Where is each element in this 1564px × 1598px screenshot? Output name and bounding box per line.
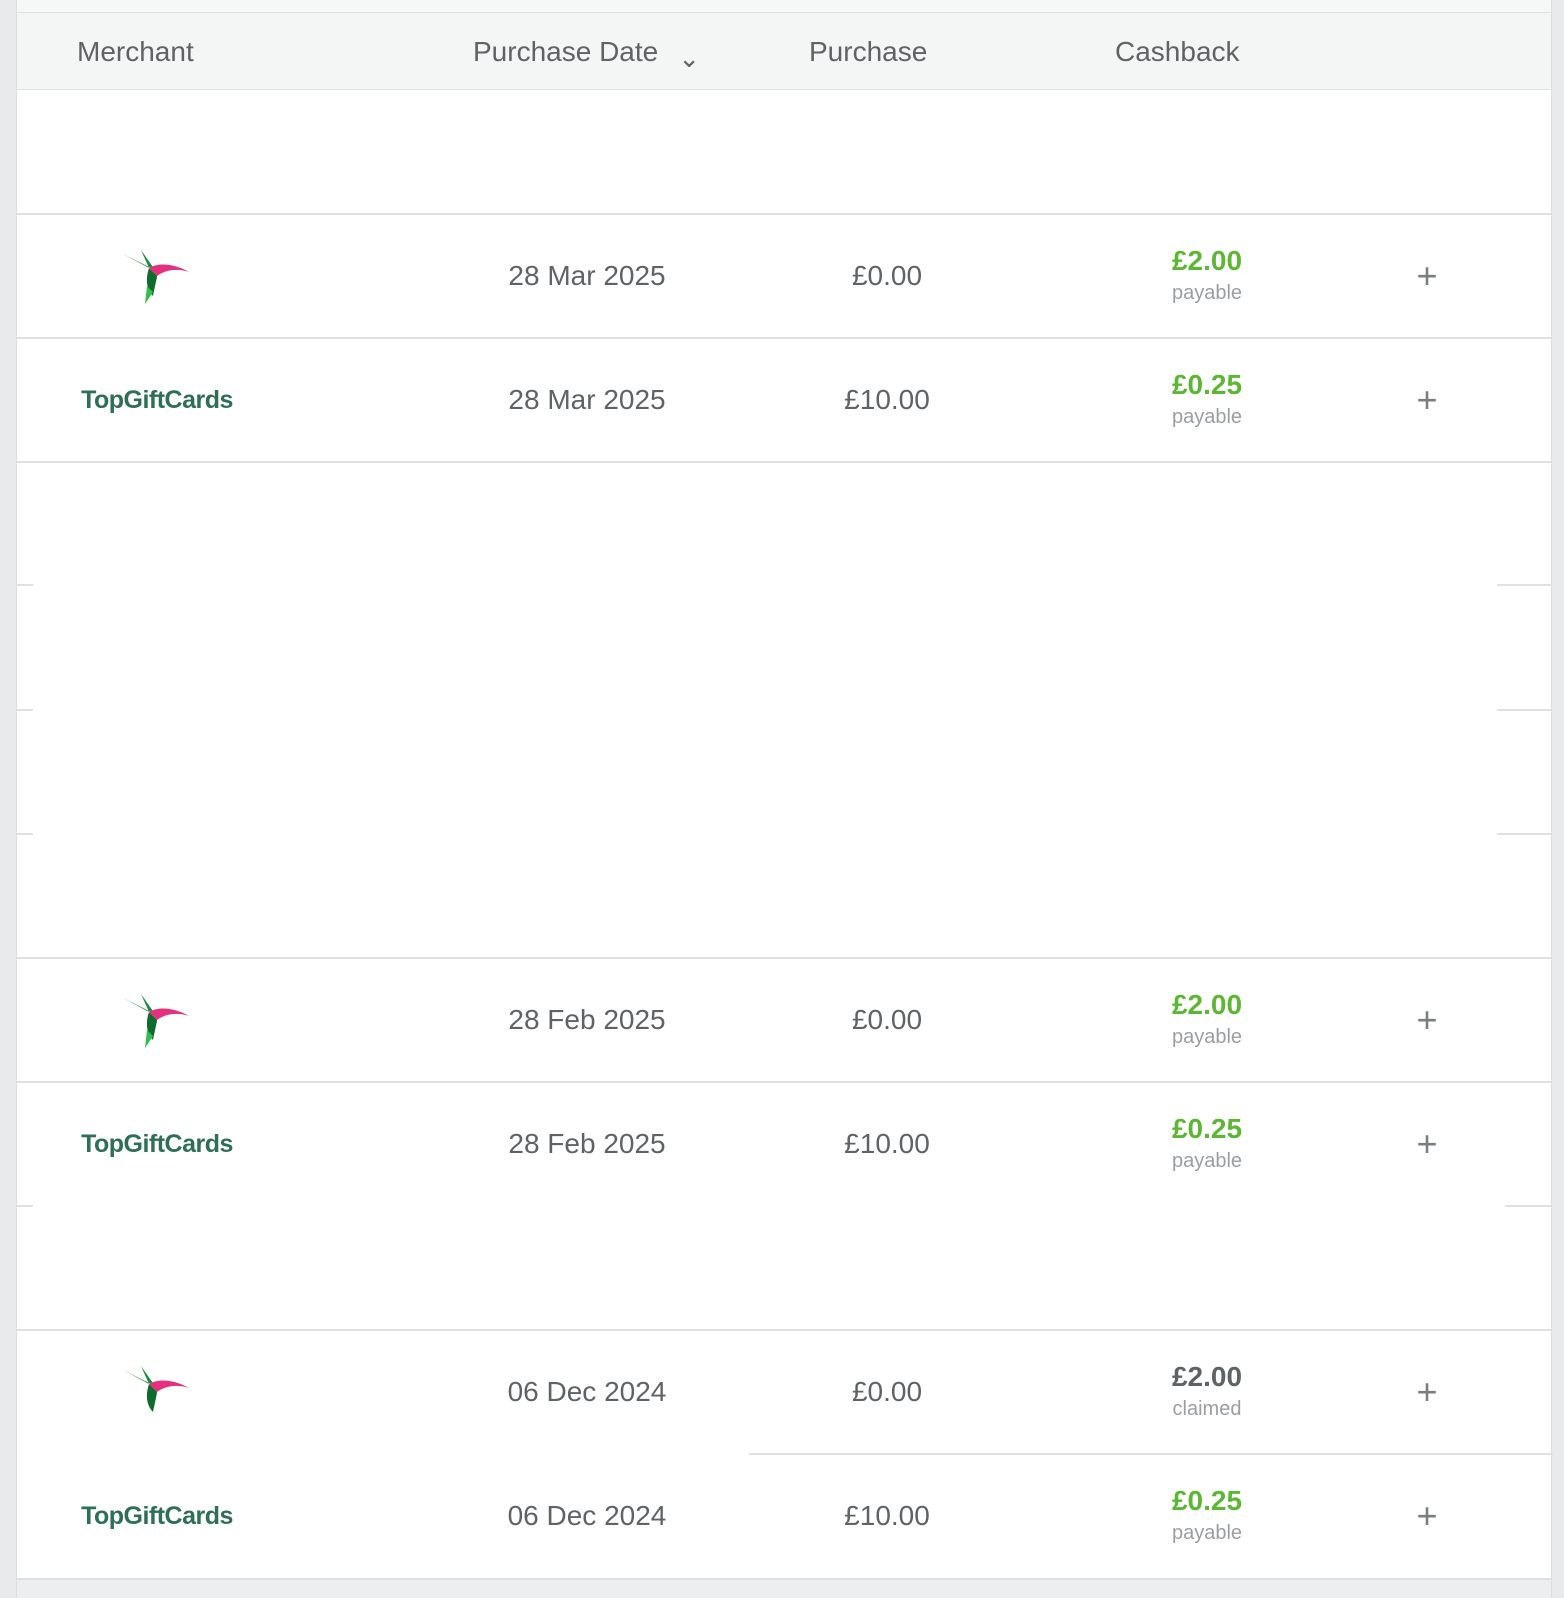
row-divider xyxy=(1497,833,1551,835)
cashback-cell: £0.25 payable xyxy=(1097,339,1317,461)
purchase-amount: £0.00 xyxy=(851,1004,923,1035)
purchase-date: 06 Dec 2024 xyxy=(507,1500,667,1531)
cashback-cell: £2.00 payable xyxy=(1097,215,1317,337)
row-divider xyxy=(17,584,33,586)
cashback-amount: £0.25 xyxy=(1171,369,1243,400)
plus-icon[interactable]: + xyxy=(1397,1331,1457,1453)
topgiftcards-logo: TopGiftCards xyxy=(81,1129,233,1158)
column-header-purchase-date-label: Purchase Date xyxy=(473,36,659,67)
row-divider xyxy=(17,461,1551,463)
table-row[interactable]: TopGiftCards 28 Mar 2025 £10.00 £0.25 pa… xyxy=(17,339,1551,461)
merchant-logo: TopGiftCards xyxy=(57,1083,257,1205)
topgiftcards-logo: TopGiftCards xyxy=(81,385,233,414)
purchase-date: 28 Feb 2025 xyxy=(508,1128,666,1159)
merchant-logo xyxy=(57,959,257,1081)
cashback-cell: £2.00 payable xyxy=(1097,959,1317,1081)
cashback-status: payable xyxy=(1171,282,1243,304)
cashback-cell: £2.00 claimed xyxy=(1097,1331,1317,1453)
row-divider xyxy=(17,709,33,711)
plus-icon[interactable]: + xyxy=(1397,1455,1457,1577)
cashback-status: payable xyxy=(1171,1150,1243,1172)
purchase-date: 06 Dec 2024 xyxy=(507,1376,667,1407)
table-row[interactable]: 28 Mar 2025 £0.00 £2.00 payable + xyxy=(17,215,1551,337)
hummingbird-logo-icon xyxy=(123,1366,189,1412)
cashback-cell: £0.25 payable xyxy=(1097,1455,1317,1577)
row-divider xyxy=(1497,584,1551,586)
column-header-merchant: Merchant xyxy=(77,36,194,67)
plus-icon[interactable]: + xyxy=(1397,1083,1457,1205)
merchant-logo xyxy=(57,215,257,337)
purchase-date: 28 Mar 2025 xyxy=(508,384,666,415)
purchase-date: 28 Feb 2025 xyxy=(508,1004,666,1035)
cashback-status: payable xyxy=(1171,1522,1243,1544)
purchase-amount: £10.00 xyxy=(844,1500,930,1531)
purchase-amount: £10.00 xyxy=(844,384,930,415)
cashback-amount: £2.00 xyxy=(1171,1361,1243,1392)
cashback-status: payable xyxy=(1171,406,1243,428)
purchase-amount: £0.00 xyxy=(851,1376,923,1407)
cashback-status: payable xyxy=(1171,1026,1243,1048)
purchase-amount: £10.00 xyxy=(844,1128,930,1159)
merchant-logo: TopGiftCards xyxy=(57,1455,257,1577)
cashback-status: claimed xyxy=(1172,1398,1242,1420)
purchase-amount: £0.00 xyxy=(851,260,923,291)
table-row[interactable]: TopGiftCards 28 Feb 2025 £10.00 £0.25 pa… xyxy=(17,1083,1551,1205)
topgiftcards-logo: TopGiftCards xyxy=(81,1501,233,1530)
cashback-amount: £0.25 xyxy=(1171,1485,1243,1516)
cashback-amount: £0.25 xyxy=(1171,1113,1243,1144)
top-strip xyxy=(17,0,1551,13)
row-divider xyxy=(17,833,33,835)
hummingbird-logo-icon xyxy=(123,250,189,304)
cashback-amount: £2.00 xyxy=(1171,245,1243,276)
cashback-cell: £0.25 payable xyxy=(1097,1083,1317,1205)
column-header-cashback: Cashback xyxy=(1115,36,1240,67)
transactions-panel: Merchant Purchase Date ⌄ Purchase Cashbac… xyxy=(16,0,1553,1598)
row-divider xyxy=(1497,709,1551,711)
table-row[interactable]: 28 Feb 2025 £0.00 £2.00 payable + xyxy=(17,959,1551,1081)
table-row[interactable]: 06 Dec 2024 £0.00 £2.00 claimed + xyxy=(17,1331,1551,1453)
hummingbird-logo-icon xyxy=(123,994,189,1048)
merchant-logo xyxy=(57,1331,257,1453)
chevron-down-icon[interactable]: ⌄ xyxy=(678,20,700,97)
column-header-purchase-date[interactable]: Purchase Date ⌄ xyxy=(473,13,700,90)
row-divider xyxy=(17,1205,33,1207)
bottom-bar xyxy=(17,1578,1551,1598)
column-header-purchase: Purchase xyxy=(809,36,928,67)
table-header: Merchant Purchase Date ⌄ Purchase Cashbac… xyxy=(17,13,1551,90)
plus-icon[interactable]: + xyxy=(1397,959,1457,1081)
plus-icon[interactable]: + xyxy=(1397,215,1457,337)
plus-icon[interactable]: + xyxy=(1397,339,1457,461)
purchase-date: 28 Mar 2025 xyxy=(508,260,666,291)
table-row[interactable]: TopGiftCards 06 Dec 2024 £10.00 £0.25 pa… xyxy=(17,1455,1551,1577)
row-divider xyxy=(1505,1205,1551,1207)
cashback-amount: £2.00 xyxy=(1171,989,1243,1020)
merchant-logo: TopGiftCards xyxy=(57,339,257,461)
